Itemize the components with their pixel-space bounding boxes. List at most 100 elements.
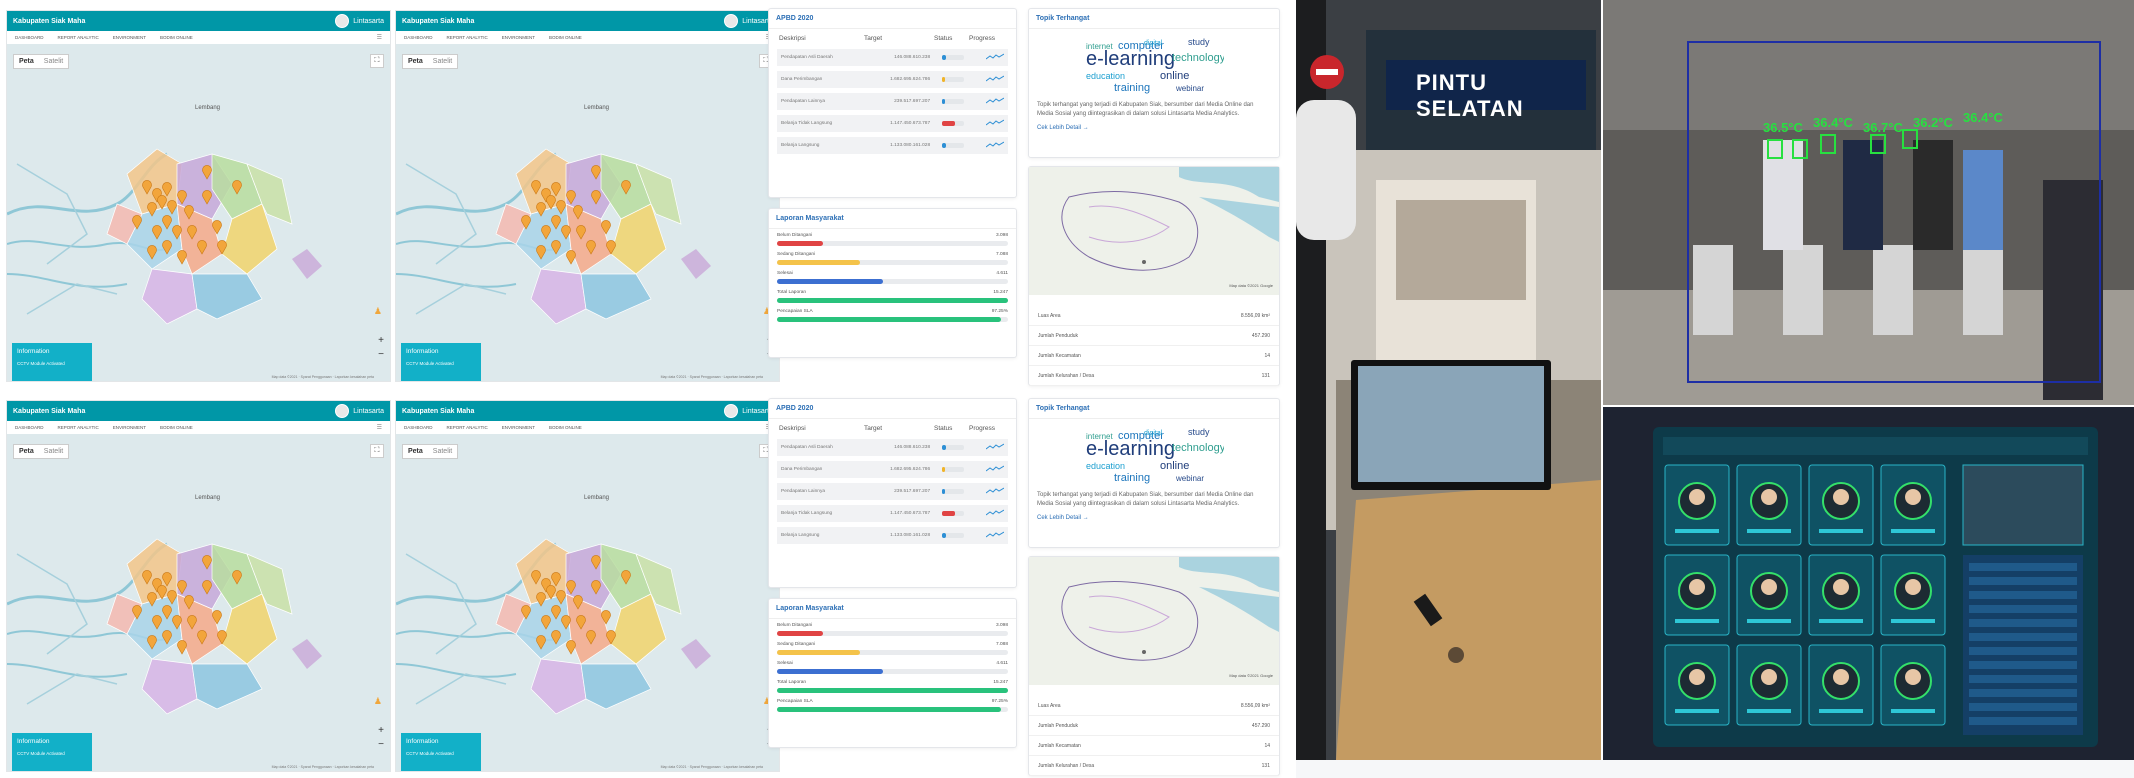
- word-cloud-term: study: [1188, 37, 1210, 47]
- status-bar: [942, 489, 964, 494]
- table-row[interactable]: Pendapatan Asli Daerah 146.088.610.238: [777, 49, 1008, 66]
- row-target: 1.682.695.624.786: [890, 467, 931, 472]
- table-row[interactable]: Pendapatan Asli Daerah 146.088.610.238: [777, 439, 1008, 456]
- information-box[interactable]: Information CCTV Module Activated: [401, 343, 481, 381]
- stat-label: Jumlah Penduduk: [1038, 722, 1079, 729]
- map-canvas: [7, 538, 322, 715]
- detail-link[interactable]: Cek Lebih Detail →: [1029, 119, 1279, 137]
- sparkline-icon: [985, 465, 1005, 475]
- table-row[interactable]: Pendapatan Lainnya 239.517.697.207: [777, 93, 1008, 110]
- nav-dashboard[interactable]: DASHBOARD: [15, 35, 44, 40]
- pegman-icon[interactable]: ♟: [374, 696, 382, 707]
- nav-report-analytic[interactable]: REPORT ANALYTIC: [447, 425, 488, 430]
- table-row[interactable]: Belanja Tidak Langsung 1.147.450.673.787: [777, 505, 1008, 522]
- table-row[interactable]: Belanja Tidak Langsung 1.147.450.673.787: [777, 115, 1008, 132]
- info-title: Information: [406, 738, 439, 745]
- nav-report-analytic[interactable]: REPORT ANALYTIC: [58, 35, 99, 40]
- nav-environment[interactable]: ENVIRONMENT: [502, 35, 535, 40]
- zoom-out-button[interactable]: −: [378, 348, 384, 362]
- progress-fill: [777, 650, 861, 655]
- toggle-map[interactable]: Peta: [14, 55, 39, 68]
- region-card: Map data ©2021 Google Luas Area 8.556,09 …: [1028, 166, 1280, 386]
- status-bar: [942, 445, 964, 450]
- map-view[interactable]: Peta Satelit ⛶ Lembang ♟ + − Information…: [7, 44, 390, 381]
- mini-map[interactable]: [1029, 557, 1279, 685]
- menu-icon[interactable]: ☰: [368, 424, 382, 431]
- laporan-value: 97.25%: [991, 699, 1008, 704]
- nav-bodim-online[interactable]: BODIM ONLINE: [160, 35, 193, 40]
- laporan-value: 15.247: [993, 680, 1008, 685]
- progress-bar: [777, 669, 1008, 674]
- stat-value: 8.556,09 km²: [1240, 312, 1270, 319]
- user-menu[interactable]: Lintasarta: [724, 14, 773, 28]
- user-menu[interactable]: Lintasarta: [335, 14, 384, 28]
- menu-icon[interactable]: ☰: [368, 34, 382, 41]
- map-type-toggle: Peta Satelit: [13, 444, 70, 459]
- map-view[interactable]: Peta Satelit ⛶ Lembang ♟ + − Information…: [396, 434, 779, 771]
- topik-description: Topik terhangat yang terjadi di Kabupate…: [1037, 102, 1254, 117]
- table-row[interactable]: Belanja Langsung 1.133.080.161.028: [777, 527, 1008, 544]
- brand-logo: Kabupaten Siak Maha: [13, 17, 86, 25]
- head-deskripsi: Deskripsi: [779, 35, 806, 42]
- laporan-value: 3.098: [995, 233, 1008, 238]
- row-desc: Pendapatan Asli Daerah: [781, 55, 833, 60]
- info-subtitle: CCTV Module Activated: [17, 361, 65, 366]
- place-label-lembang: Lembang: [195, 495, 221, 501]
- temp-tag-4: 36.2°C: [1913, 115, 1953, 130]
- row-desc: Belanja Tidak Langsung: [781, 121, 833, 126]
- nav-environment[interactable]: ENVIRONMENT: [502, 425, 535, 430]
- table-row[interactable]: Pendapatan Lainnya 239.517.697.207: [777, 483, 1008, 500]
- user-menu[interactable]: Lintasarta: [724, 404, 773, 418]
- word-cloud-term: digital: [1144, 40, 1163, 47]
- nav-dashboard[interactable]: DASHBOARD: [404, 35, 433, 40]
- information-box[interactable]: Information CCTV Module Activated: [12, 733, 92, 771]
- toggle-map[interactable]: Peta: [403, 445, 428, 458]
- information-box[interactable]: Information CCTV Module Activated: [12, 343, 92, 381]
- fullscreen-icon[interactable]: ⛶: [370, 54, 384, 68]
- sparkline-icon: [985, 141, 1005, 151]
- nav-report-analytic[interactable]: REPORT ANALYTIC: [447, 35, 488, 40]
- zoom-in-button[interactable]: +: [378, 334, 384, 348]
- nav-bodim-online[interactable]: BODIM ONLINE: [549, 425, 582, 430]
- table-row[interactable]: Dana Perimbangan 1.682.695.624.786: [777, 71, 1008, 88]
- zoom-in-button[interactable]: +: [378, 724, 384, 738]
- information-box[interactable]: Information CCTV Module Activated: [401, 733, 481, 771]
- pegman-icon[interactable]: ♟: [374, 306, 382, 317]
- map-view[interactable]: Peta Satelit ⛶ Lembang ♟ + − Information…: [396, 44, 779, 381]
- progress-bar: [777, 707, 1008, 712]
- toggle-satellite[interactable]: Satelit: [428, 55, 457, 68]
- table-row[interactable]: Belanja Langsung 1.133.080.161.028: [777, 137, 1008, 154]
- progress-bar: [777, 260, 1008, 265]
- nav-report-analytic[interactable]: REPORT ANALYTIC: [58, 425, 99, 430]
- nav-environment[interactable]: ENVIRONMENT: [113, 425, 146, 430]
- zoom-out-button[interactable]: −: [378, 738, 384, 752]
- nav-bodim-online[interactable]: BODIM ONLINE: [160, 425, 193, 430]
- status-fill: [942, 121, 956, 126]
- temp-tag-5: 36.4°C: [1963, 110, 2003, 125]
- table-row[interactable]: Dana Perimbangan 1.682.695.624.786: [777, 461, 1008, 478]
- list-item: Sedang Ditangani 7.088: [777, 642, 1008, 655]
- map-view[interactable]: Peta Satelit ⛶ Lembang ♟ + − Information…: [7, 434, 390, 771]
- laporan-title: Laporan Masyarakat: [776, 215, 844, 222]
- toggle-map[interactable]: Peta: [14, 445, 39, 458]
- app-header: Kabupaten Siak Maha Lintasarta: [7, 401, 390, 421]
- toggle-satellite[interactable]: Satelit: [39, 445, 68, 458]
- fullscreen-icon[interactable]: ⛶: [370, 444, 384, 458]
- list-item: Selesai 4.611: [777, 661, 1008, 674]
- detail-link[interactable]: Cek Lebih Detail →: [1029, 509, 1279, 527]
- toggle-map[interactable]: Peta: [403, 55, 428, 68]
- progress-fill: [777, 707, 1002, 712]
- nav-environment[interactable]: ENVIRONMENT: [113, 35, 146, 40]
- divider: [769, 228, 1016, 229]
- laporan-value: 97.25%: [991, 309, 1008, 314]
- mini-map[interactable]: [1029, 167, 1279, 295]
- nav-bodim-online[interactable]: BODIM ONLINE: [549, 35, 582, 40]
- toggle-satellite[interactable]: Satelit: [428, 445, 457, 458]
- nav-dashboard[interactable]: DASHBOARD: [404, 425, 433, 430]
- laporan-label: Sedang Ditangani: [777, 252, 816, 257]
- stat-label: Luas Area: [1038, 312, 1061, 319]
- toggle-satellite[interactable]: Satelit: [39, 55, 68, 68]
- nav-dashboard[interactable]: DASHBOARD: [15, 425, 44, 430]
- brand-logo: Kabupaten Siak Maha: [402, 17, 475, 25]
- user-menu[interactable]: Lintasarta: [335, 404, 384, 418]
